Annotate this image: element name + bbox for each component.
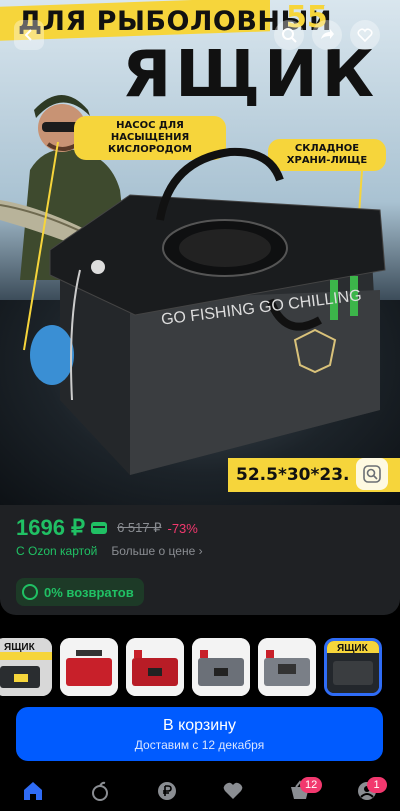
thumbnail-caption: ЯЩИК <box>4 642 36 653</box>
delivery-date: Доставим с 12 декабря <box>134 737 265 752</box>
image-search-button[interactable] <box>356 458 388 490</box>
favorite-button[interactable] <box>350 20 380 50</box>
thumbnail[interactable] <box>60 638 118 696</box>
bottom-navigation: 12 1 <box>0 771 400 811</box>
nav-profile[interactable]: 1 <box>349 773 387 809</box>
thumbnail[interactable] <box>258 638 316 696</box>
more-price-link[interactable]: Больше о цене › <box>111 544 202 558</box>
share-arrow-icon <box>321 29 334 39</box>
search-icon <box>282 28 297 43</box>
chevron-right-icon: › <box>198 544 203 558</box>
nav-cart[interactable]: 12 <box>282 773 323 809</box>
price-subrow: С Ozon картой Больше о цене › <box>16 544 203 558</box>
thumbnail[interactable]: ЯЩИК <box>0 638 52 696</box>
thumbnail-image <box>192 638 250 696</box>
old-price: 6 517 ₽ <box>117 520 162 535</box>
fishing-box-illustration: GO FISHING GO CHILLING <box>23 141 386 475</box>
ruble-icon <box>157 782 176 800</box>
lens-search-icon <box>363 465 381 483</box>
thumbnail-image <box>60 638 118 696</box>
thumbnail-strip[interactable]: ЯЩИК ЯЩИК <box>0 630 400 700</box>
thumbnail-selected[interactable]: ЯЩИК <box>324 638 382 696</box>
nav-fresh[interactable] <box>82 773 118 809</box>
back-button[interactable] <box>14 20 44 50</box>
ozon-card-label: С Ozon картой <box>16 544 98 558</box>
thumbnail[interactable] <box>126 638 184 696</box>
search-button[interactable] <box>274 20 304 50</box>
cart-label: В корзину <box>162 716 237 734</box>
home-icon <box>24 782 43 800</box>
profile-notification-badge: 1 <box>366 777 387 793</box>
thumbnail-image <box>258 638 316 696</box>
more-price-label: Больше о цене <box>111 544 196 558</box>
thumbnail-caption: ЯЩИК <box>337 643 369 654</box>
apple-icon <box>91 781 108 801</box>
returns-badge[interactable]: 0% возвратов <box>16 578 144 606</box>
price-row: 1696 ₽ 6 517 ₽ -73% <box>16 515 198 541</box>
price-section: 1696 ₽ 6 517 ₽ -73% С Ozon картой Больше… <box>0 505 400 615</box>
thumbnail[interactable] <box>192 638 250 696</box>
returns-icon <box>22 584 38 600</box>
nav-favorites[interactable] <box>215 773 251 809</box>
nav-home[interactable] <box>15 773 51 809</box>
thumbnail-image: ЯЩИК <box>0 638 52 696</box>
cart-count-badge: 12 <box>299 777 323 793</box>
thumbnail-image: ЯЩИК <box>327 641 379 693</box>
heart-icon <box>357 28 373 43</box>
discount-badge: -73% <box>167 520 198 536</box>
current-price: 1696 ₽ <box>16 515 86 540</box>
share-button[interactable] <box>312 20 342 50</box>
add-to-cart-button[interactable]: В корзину Доставим с 12 декабря <box>16 707 383 761</box>
heart-icon <box>224 782 243 799</box>
returns-label: 0% возвратов <box>44 584 134 600</box>
ozon-card-icon <box>91 522 108 534</box>
chevron-left-icon <box>24 29 32 41</box>
hero-title: ЯЩИК <box>122 38 378 112</box>
nav-ozon-bank[interactable] <box>149 773 185 809</box>
thumbnail-image <box>126 638 184 696</box>
product-image-gallery[interactable]: ДЛЯ РЫБОЛОВНЫЙ 55 ЯЩИК НАСОС ДЛЯ НАСЫЩЕН… <box>0 0 400 505</box>
